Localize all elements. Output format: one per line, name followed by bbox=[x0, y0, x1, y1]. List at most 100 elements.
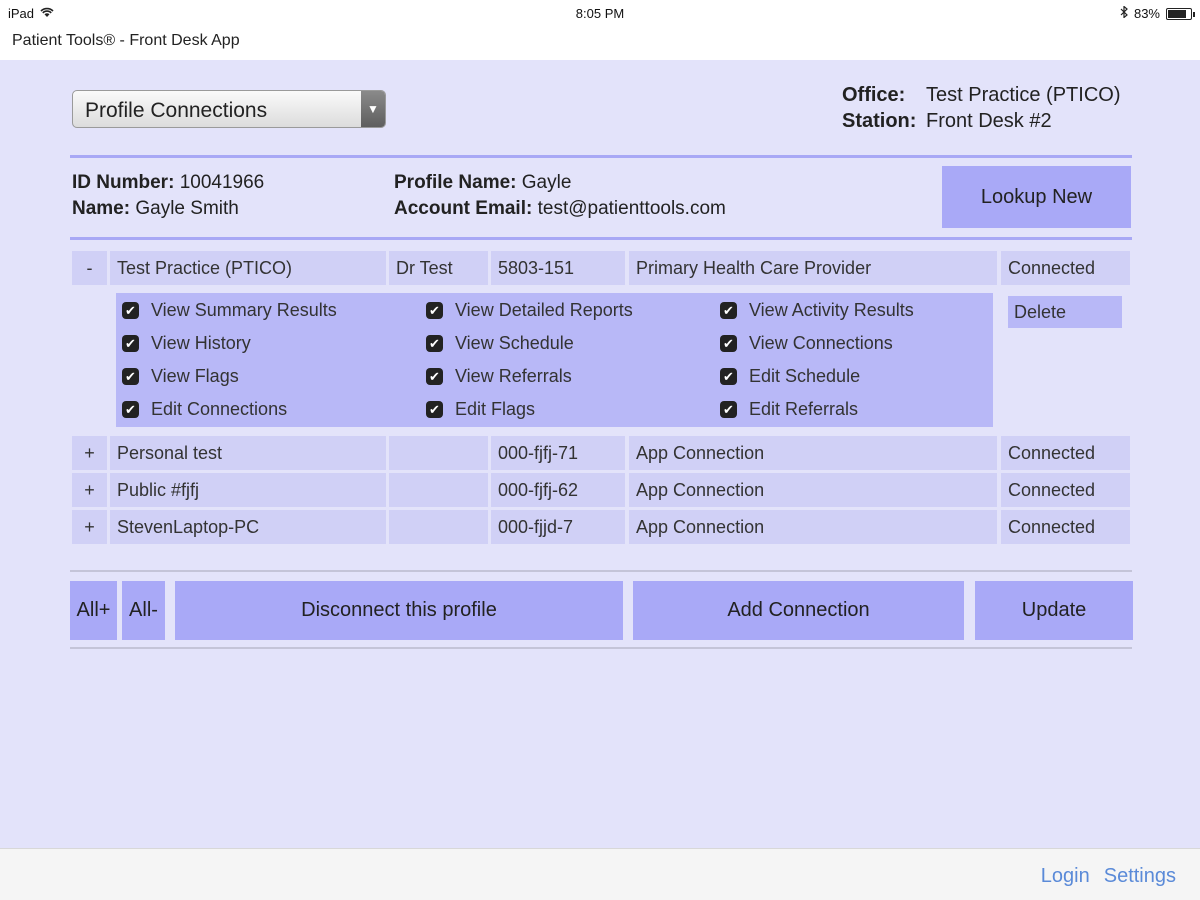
connection-type: App Connection bbox=[629, 473, 997, 507]
main-panel: Profile Connections ▼ Office: Test Practi… bbox=[0, 60, 1200, 848]
permission-label: Edit Schedule bbox=[749, 365, 861, 386]
permission-label: View Activity Results bbox=[749, 299, 914, 320]
checkbox-checked-icon[interactable]: ✔ bbox=[122, 301, 139, 319]
station-label: Station: bbox=[842, 110, 917, 132]
permission-label: View History bbox=[151, 332, 251, 353]
connection-contact: Dr Test bbox=[389, 251, 488, 285]
divider bbox=[70, 647, 1132, 649]
profile-name-value: Gayle bbox=[521, 172, 572, 193]
checkbox-checked-icon[interactable]: ✔ bbox=[122, 400, 139, 418]
checkbox-checked-icon[interactable]: ✔ bbox=[720, 301, 737, 319]
profile-id-block: ID Number: 10041966 Name: Gayle Smith bbox=[72, 170, 264, 222]
permission-label: Edit Referrals bbox=[749, 398, 859, 419]
connection-type: Primary Health Care Provider bbox=[629, 251, 997, 285]
connection-contact bbox=[389, 510, 488, 544]
checkbox-checked-icon[interactable]: ✔ bbox=[122, 367, 139, 385]
expand-all-button[interactable]: All+ bbox=[70, 581, 117, 640]
permission-label: View Schedule bbox=[455, 332, 574, 353]
view-select[interactable]: Profile Connections ▼ bbox=[72, 90, 386, 128]
footer-bar: Login Settings bbox=[0, 848, 1200, 900]
permission-item[interactable]: ✔ Edit Connections bbox=[122, 398, 287, 420]
app-title: Patient Tools® - Front Desk App bbox=[12, 32, 240, 49]
station-value: Front Desk #2 bbox=[926, 110, 1052, 132]
id-label: ID Number: bbox=[72, 172, 175, 193]
permission-item[interactable]: ✔ View Detailed Reports bbox=[426, 299, 633, 321]
row-toggle[interactable]: - bbox=[72, 251, 107, 285]
connection-name: Personal test bbox=[110, 436, 386, 470]
checkbox-checked-icon[interactable]: ✔ bbox=[426, 367, 443, 385]
permission-item[interactable]: ✔ Edit Schedule bbox=[720, 365, 860, 387]
add-connection-button[interactable]: Add Connection bbox=[633, 581, 964, 640]
battery-icon bbox=[1166, 7, 1195, 20]
checkbox-checked-icon[interactable]: ✔ bbox=[426, 334, 443, 352]
clock: 8:05 PM bbox=[575, 6, 625, 21]
permission-label: View Connections bbox=[749, 332, 893, 353]
office-value: Test Practice (PTICO) bbox=[926, 84, 1121, 106]
profile-account-block: Profile Name: Gayle Account Email: test@… bbox=[394, 170, 726, 222]
permissions-panel: ✔ View Summary Results ✔ View Detailed Repo… bbox=[116, 293, 993, 427]
connection-status: Connected bbox=[1001, 436, 1130, 470]
permission-label: View Detailed Reports bbox=[455, 299, 633, 320]
update-button[interactable]: Update bbox=[975, 581, 1133, 640]
office-label: Office: bbox=[842, 84, 906, 106]
bluetooth-icon bbox=[1120, 5, 1128, 21]
view-select-value: Profile Connections bbox=[85, 99, 268, 122]
login-link[interactable]: Login bbox=[1041, 865, 1090, 888]
profile-name-label: Profile Name: bbox=[394, 172, 517, 193]
divider bbox=[70, 570, 1132, 572]
connection-code: 000-fjfj-62 bbox=[491, 473, 625, 507]
permission-label: View Summary Results bbox=[151, 299, 337, 320]
office-info: Office: Test Practice (PTICO) Station: Fro… bbox=[842, 82, 1120, 134]
permission-label: Edit Flags bbox=[455, 398, 536, 419]
row-toggle[interactable]: + bbox=[72, 436, 107, 470]
permission-item[interactable]: ✔ View History bbox=[122, 332, 251, 354]
email-label: Account Email: bbox=[394, 198, 533, 219]
checkbox-checked-icon[interactable]: ✔ bbox=[720, 400, 737, 418]
row-toggle[interactable]: + bbox=[72, 473, 107, 507]
checkbox-checked-icon[interactable]: ✔ bbox=[720, 334, 737, 352]
permission-label: View Referrals bbox=[455, 365, 572, 386]
connection-code: 5803-151 bbox=[491, 251, 625, 285]
permission-item[interactable]: ✔ View Activity Results bbox=[720, 299, 914, 321]
battery-fill bbox=[1168, 9, 1186, 18]
checkbox-checked-icon[interactable]: ✔ bbox=[426, 301, 443, 319]
checkbox-checked-icon[interactable]: ✔ bbox=[720, 367, 737, 385]
id-value: 10041966 bbox=[179, 172, 265, 193]
divider bbox=[70, 237, 1132, 240]
connection-contact bbox=[389, 436, 488, 470]
checkbox-checked-icon[interactable]: ✔ bbox=[426, 400, 443, 418]
permission-item[interactable]: ✔ View Schedule bbox=[426, 332, 574, 354]
connection-code: 000-fjfj-71 bbox=[491, 436, 625, 470]
permission-item[interactable]: ✔ View Summary Results bbox=[122, 299, 337, 321]
connection-name: Test Practice (PTICO) bbox=[110, 251, 386, 285]
collapse-all-button[interactable]: All- bbox=[122, 581, 165, 640]
connection-type: App Connection bbox=[629, 510, 997, 544]
divider bbox=[70, 155, 1132, 158]
dropdown-arrow-icon[interactable]: ▼ bbox=[361, 91, 385, 127]
settings-link[interactable]: Settings bbox=[1104, 865, 1176, 888]
lookup-new-button[interactable]: Lookup New bbox=[942, 166, 1131, 228]
email-value: test@patienttools.com bbox=[537, 198, 726, 219]
permission-item[interactable]: ✔ View Referrals bbox=[426, 365, 572, 387]
connection-code: 000-fjjd-7 bbox=[491, 510, 625, 544]
row-toggle[interactable]: + bbox=[72, 510, 107, 544]
connection-status: Connected bbox=[1001, 251, 1130, 285]
permission-item[interactable]: ✔ Edit Referrals bbox=[720, 398, 858, 420]
name-label: Name: bbox=[72, 198, 131, 219]
connection-name: StevenLaptop-PC bbox=[110, 510, 386, 544]
status-bar: iPad 8:05 PM 83% bbox=[0, 0, 1200, 26]
permission-item[interactable]: ✔ Edit Flags bbox=[426, 398, 535, 420]
disconnect-profile-button[interactable]: Disconnect this profile bbox=[175, 581, 623, 640]
checkbox-checked-icon[interactable]: ✔ bbox=[122, 334, 139, 352]
name-value: Gayle Smith bbox=[135, 198, 239, 219]
connection-contact bbox=[389, 473, 488, 507]
connection-type: App Connection bbox=[629, 436, 997, 470]
connection-status: Connected bbox=[1001, 473, 1130, 507]
connection-status: Connected bbox=[1001, 510, 1130, 544]
connection-name: Public #fjfj bbox=[110, 473, 386, 507]
permission-label: View Flags bbox=[151, 365, 239, 386]
permission-item[interactable]: ✔ View Connections bbox=[720, 332, 893, 354]
permission-label: Edit Connections bbox=[151, 398, 288, 419]
delete-button[interactable]: Delete bbox=[1008, 296, 1122, 328]
permission-item[interactable]: ✔ View Flags bbox=[122, 365, 239, 387]
